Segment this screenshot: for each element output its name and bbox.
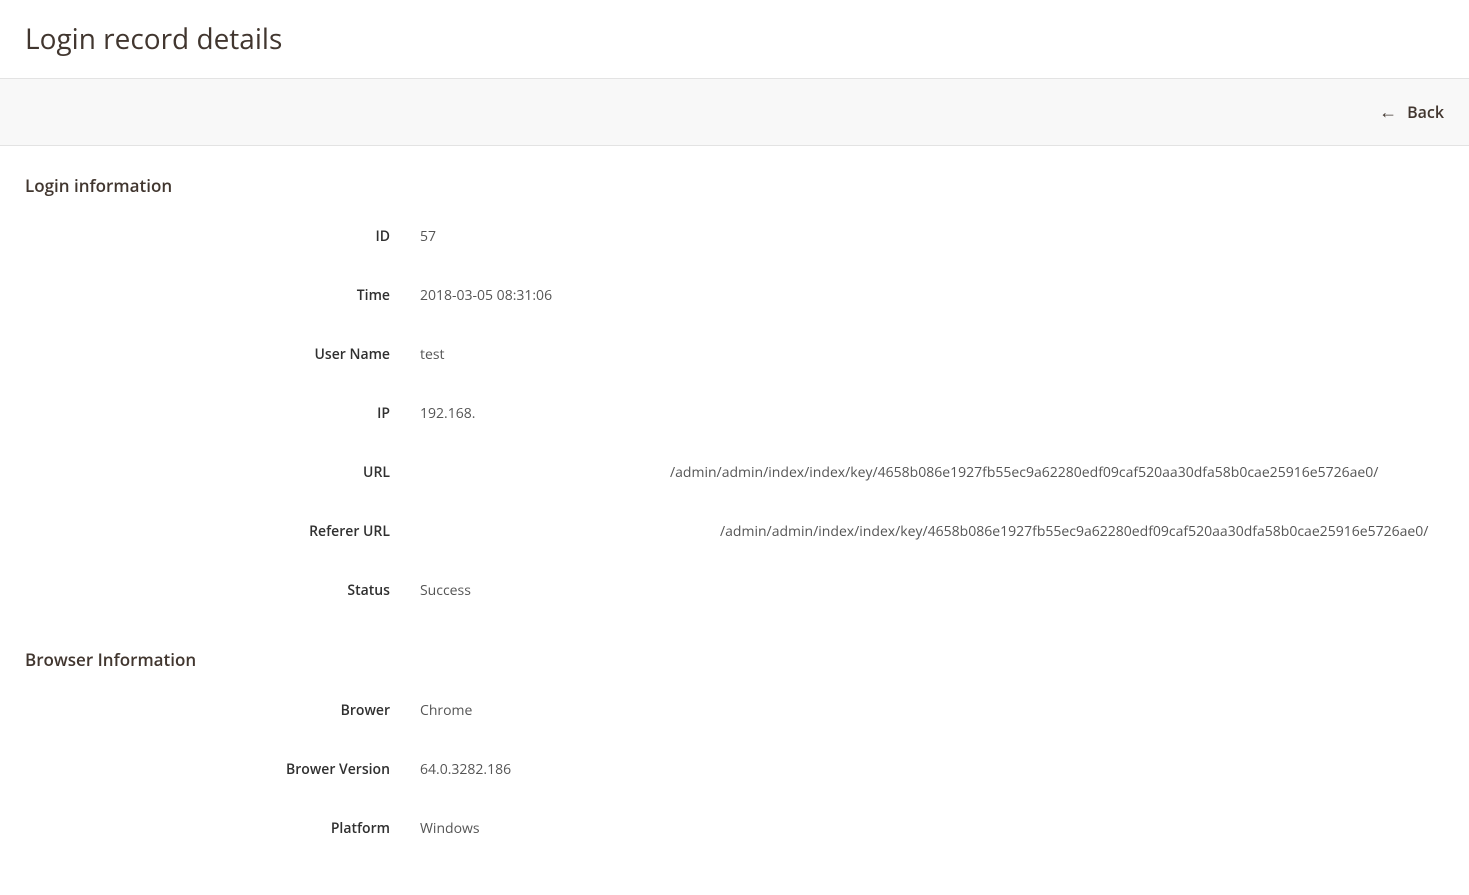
back-button[interactable]: ← Back <box>1379 101 1444 123</box>
field-value-status: Success <box>420 581 491 600</box>
action-bar: ← Back <box>0 78 1469 146</box>
field-value-username: test <box>420 345 465 364</box>
field-label-platform: Platform <box>0 819 420 838</box>
field-row-username: User Name test <box>0 325 1469 384</box>
field-row-browser: Brower Chrome <box>0 681 1469 740</box>
field-row-status: Status Success <box>0 561 1469 620</box>
section-heading-browser-info: Browser Information <box>0 620 1469 681</box>
section-heading-login-info: Login information <box>0 146 1469 207</box>
field-value-ip: 192.168. <box>420 404 495 423</box>
field-label-id: ID <box>0 227 420 246</box>
field-value-browser-version: 64.0.3282.186 <box>420 760 531 779</box>
back-button-label: Back <box>1407 101 1444 123</box>
field-label-url: URL <box>0 463 420 482</box>
field-value-time: 2018-03-05 08:31:06 <box>420 286 572 305</box>
field-label-username: User Name <box>0 345 420 364</box>
field-label-referer-url: Referer URL <box>0 522 420 541</box>
field-row-ip: IP 192.168. <box>0 384 1469 443</box>
field-row-referer-url: Referer URL /admin/admin/index/index/key… <box>0 502 1469 561</box>
field-row-platform: Platform Windows <box>0 799 1469 858</box>
page-title: Login record details <box>0 0 1469 78</box>
field-value-id: 57 <box>420 227 456 246</box>
field-label-ip: IP <box>0 404 420 423</box>
field-value-browser: Chrome <box>420 701 492 720</box>
field-value-url: /admin/admin/index/index/key/4658b086e19… <box>420 463 1398 482</box>
field-row-time: Time 2018-03-05 08:31:06 <box>0 266 1469 325</box>
field-value-referer-url: /admin/admin/index/index/key/4658b086e19… <box>420 522 1448 541</box>
field-label-status: Status <box>0 581 420 600</box>
arrow-left-icon: ← <box>1379 103 1397 121</box>
field-row-id: ID 57 <box>0 207 1469 266</box>
field-row-browser-version: Brower Version 64.0.3282.186 <box>0 740 1469 799</box>
field-value-platform: Windows <box>420 819 500 838</box>
field-label-browser: Brower <box>0 701 420 720</box>
field-label-time: Time <box>0 286 420 305</box>
field-row-url: URL /admin/admin/index/index/key/4658b08… <box>0 443 1469 502</box>
field-label-browser-version: Brower Version <box>0 760 420 779</box>
